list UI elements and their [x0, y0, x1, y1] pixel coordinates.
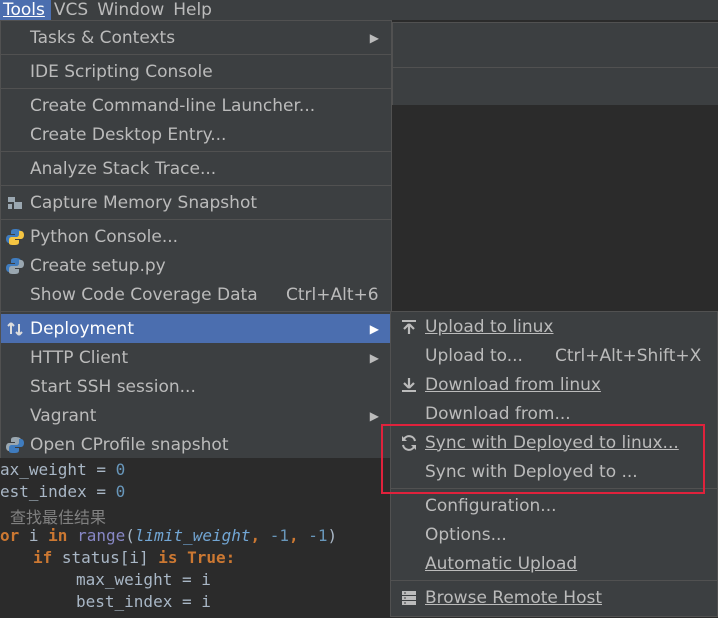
separator — [1, 311, 391, 312]
submenu-arrow-icon: ▶ — [369, 30, 379, 45]
code-line: est_index = 0 — [0, 482, 126, 501]
menu-item-upload-to[interactable]: Upload to... Ctrl+Alt+Shift+X — [391, 341, 717, 370]
menu-item-label: Options... — [425, 524, 507, 545]
menu-item-vagrant[interactable]: Vagrant ▶ — [1, 401, 391, 430]
menu-window[interactable]: Window — [94, 0, 170, 20]
menu-item-upload-to-linux[interactable]: Upload to linux — [391, 312, 717, 341]
menu-item-automatic-upload[interactable]: Automatic Upload — [391, 549, 717, 578]
menu-item-label: Show Code Coverage Data — [30, 284, 258, 305]
menu-item-options[interactable]: Options... — [391, 520, 717, 549]
python-setup-icon — [5, 256, 25, 276]
separator — [1, 54, 391, 55]
menu-item-configuration[interactable]: Configuration... — [391, 491, 717, 520]
menu-item-create-launcher[interactable]: Create Command-line Launcher... — [1, 91, 391, 120]
menu-item-deployment[interactable]: Deployment ▶ — [1, 314, 391, 343]
annotation-highlight-box — [381, 424, 705, 494]
editor-background — [392, 105, 718, 315]
deployment-icon — [5, 319, 25, 339]
submenu-arrow-icon: ▶ — [369, 350, 379, 365]
menu-item-browse-remote-host[interactable]: Browse Remote Host — [391, 583, 717, 612]
separator — [1, 151, 391, 152]
menu-item-shortcut: Ctrl+Alt+Shift+X — [555, 345, 702, 366]
code-line: or i in range(limit_weight, -1, -1) — [0, 526, 338, 545]
menu-item-create-desktop-entry[interactable]: Create Desktop Entry... — [1, 120, 391, 149]
separator — [1, 185, 391, 186]
menu-bar: Tools VCS Window Help — [0, 0, 718, 20]
menu-item-download-from-linux[interactable]: Download from linux — [391, 370, 717, 399]
code-line: best_index = i — [76, 592, 211, 611]
menu-vcs[interactable]: VCS — [51, 0, 94, 20]
menu-item-show-code-coverage[interactable]: Show Code Coverage Data Ctrl+Alt+6 — [1, 280, 391, 309]
menu-item-tasks-contexts[interactable]: Tasks & Contexts ▶ — [1, 23, 391, 52]
menu-help[interactable]: Help — [170, 0, 218, 20]
menu-item-label: Automatic Upload — [425, 553, 578, 574]
separator — [1, 219, 391, 220]
menu-item-python-console[interactable]: Python Console... — [1, 222, 391, 251]
menu-item-open-cprofile-snapshot[interactable]: Open CProfile snapshot — [1, 430, 391, 459]
menu-item-label: Tasks & Contexts — [30, 27, 176, 48]
menu-item-start-ssh-session[interactable]: Start SSH session... — [1, 372, 391, 401]
menu-item-create-setup-py[interactable]: Create setup.py — [1, 251, 391, 280]
code-line: max_weight = i — [76, 570, 211, 589]
upload-icon — [399, 317, 419, 337]
menu-item-label: Vagrant — [30, 405, 97, 426]
download-icon — [399, 375, 419, 395]
menu-item-label: Python Console... — [30, 226, 179, 247]
separator — [1, 88, 391, 89]
remote-host-icon — [399, 588, 419, 608]
separator — [391, 580, 717, 581]
menu-item-label: Create setup.py — [30, 255, 166, 276]
menu-item-label: Analyze Stack Trace... — [30, 158, 217, 179]
menu-item-ide-scripting-console[interactable]: IDE Scripting Console — [1, 57, 391, 86]
menu-item-label: Create Desktop Entry... — [30, 124, 227, 145]
menu-item-label: Download from... — [425, 403, 571, 424]
tools-menu: Tasks & Contexts ▶ IDE Scripting Console… — [0, 20, 392, 460]
code-line: ax_weight = 0 — [0, 460, 126, 479]
menu-item-capture-memory-snapshot[interactable]: Capture Memory Snapshot — [1, 188, 391, 217]
menu-item-label: Create Command-line Launcher... — [30, 95, 316, 116]
memory-snapshot-icon — [5, 193, 25, 213]
python-icon — [5, 227, 25, 247]
submenu-arrow-icon: ▶ — [369, 408, 379, 423]
code-comment: 查找最佳结果 — [10, 508, 107, 527]
menu-item-label: Browse Remote Host — [425, 587, 603, 608]
menu-item-label: Upload to... — [425, 345, 523, 366]
code-editor[interactable]: ax_weight = 0 est_index = 0 查找最佳结果 or i … — [0, 458, 390, 618]
menu-item-label: Upload to linux — [425, 316, 554, 337]
menu-item-label: Capture Memory Snapshot — [30, 192, 258, 213]
code-line: if status[i] is True: — [33, 548, 236, 567]
menu-item-label: HTTP Client — [30, 347, 129, 368]
menu-item-label: Deployment — [30, 318, 134, 339]
cprofile-icon — [5, 435, 25, 455]
menu-item-http-client[interactable]: HTTP Client ▶ — [1, 343, 391, 372]
menu-item-label: Configuration... — [425, 495, 557, 516]
menu-tools[interactable]: Tools — [0, 0, 51, 20]
menu-item-label: Download from linux — [425, 374, 601, 395]
menu-item-analyze-stack-trace[interactable]: Analyze Stack Trace... — [1, 154, 391, 183]
menu-item-shortcut: Ctrl+Alt+6 — [286, 284, 379, 305]
background-panel — [392, 22, 718, 105]
menu-item-label: Start SSH session... — [30, 376, 196, 397]
menu-item-label: Open CProfile snapshot — [30, 434, 229, 455]
submenu-arrow-icon: ▶ — [369, 321, 379, 336]
menu-item-label: IDE Scripting Console — [30, 61, 213, 82]
